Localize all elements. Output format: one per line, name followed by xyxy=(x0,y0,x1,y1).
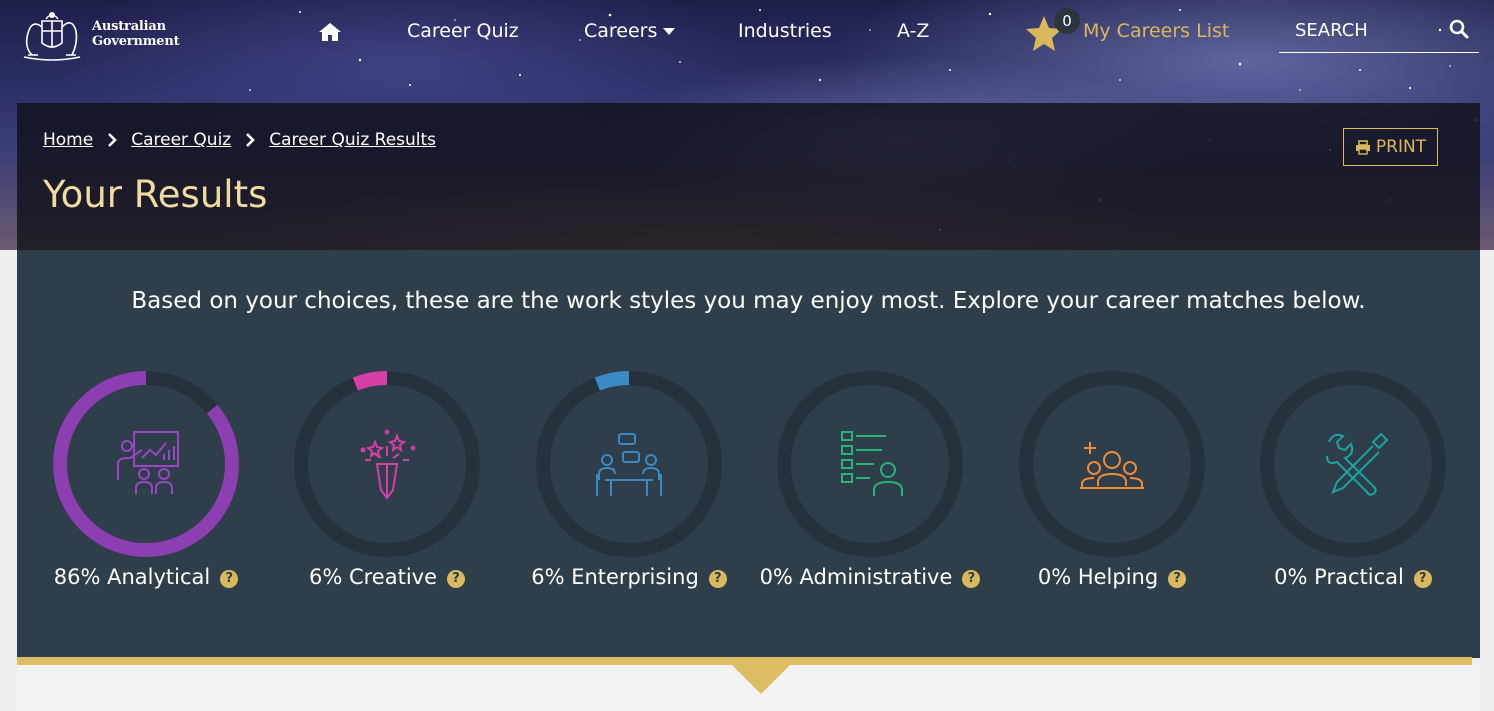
creative-pencil-sparkle-icon xyxy=(360,429,416,500)
work-style-label: 6% Enterprising? xyxy=(499,565,759,589)
careers-list-count-badge: 0 xyxy=(1054,8,1080,34)
nav-career-quiz[interactable]: Career Quiz xyxy=(407,20,519,42)
breadcrumb: Home Career Quiz Career Quiz Results xyxy=(43,130,436,150)
printer-icon xyxy=(1355,139,1370,155)
analytical-presentation-icon xyxy=(117,431,179,494)
work-style-label: 0% Administrative? xyxy=(740,565,1000,589)
work-style-creative[interactable]: 6% Creative? xyxy=(287,370,487,600)
search-icon[interactable] xyxy=(1449,19,1469,39)
page-header-panel: Home Career Quiz Career Quiz Results You… xyxy=(17,103,1480,250)
practical-tools-icon xyxy=(1326,432,1389,496)
breadcrumb-home[interactable]: Home xyxy=(43,130,93,150)
helping-people-icon xyxy=(1080,442,1144,489)
nav-industries[interactable]: Industries xyxy=(738,20,832,42)
arrow-down-indicator xyxy=(732,665,790,694)
search-input[interactable] xyxy=(1293,16,1447,44)
government-logo[interactable]: Australian Government xyxy=(16,6,246,62)
practical-progress-ring xyxy=(1260,371,1446,557)
nav-careers-label: Careers xyxy=(584,20,658,42)
chevron-right-icon xyxy=(108,133,118,147)
coat-of-arms-icon xyxy=(23,12,81,61)
creative-progress-ring xyxy=(294,371,480,557)
top-navigation: Australian Government Career Quiz Career… xyxy=(0,0,1494,70)
help-icon[interactable]: ? xyxy=(708,570,727,588)
help-icon[interactable]: ? xyxy=(447,570,466,588)
page-title: Your Results xyxy=(43,173,268,216)
print-label: PRINT xyxy=(1375,137,1427,157)
helping-progress-ring xyxy=(1019,371,1205,557)
breadcrumb-career-quiz[interactable]: Career Quiz xyxy=(131,130,231,150)
print-button[interactable]: PRINT xyxy=(1343,128,1438,166)
careers-list-star[interactable]: 0 xyxy=(1024,8,1080,54)
work-style-label: 6% Creative? xyxy=(257,565,517,589)
breadcrumb-career-quiz-results[interactable]: Career Quiz Results xyxy=(269,130,436,150)
chevron-right-icon xyxy=(246,133,256,147)
enterprising-progress-ring xyxy=(536,371,722,557)
work-style-label: 0% Helping? xyxy=(982,565,1242,589)
work-style-label: 0% Practical? xyxy=(1223,565,1483,589)
help-icon[interactable]: ? xyxy=(1413,570,1432,588)
help-icon[interactable]: ? xyxy=(1168,570,1187,588)
enterprising-meeting-icon xyxy=(596,433,662,496)
work-style-helping[interactable]: 0% Helping? xyxy=(1012,370,1212,600)
nav-a-z[interactable]: A-Z xyxy=(897,20,929,42)
work-style-label: 86% Analytical? xyxy=(16,565,276,589)
government-logo-text: Australian Government xyxy=(92,19,180,49)
work-style-administrative[interactable]: 0% Administrative? xyxy=(760,370,981,600)
chevron-down-icon xyxy=(663,28,676,35)
help-icon[interactable]: ? xyxy=(220,570,239,588)
work-style-enterprising[interactable]: 6% Enterprising? xyxy=(529,370,729,600)
results-intro: Based on your choices, these are the wor… xyxy=(131,288,1366,314)
work-style-analytical[interactable]: 86% Analytical? xyxy=(46,370,246,600)
nav-home-link[interactable] xyxy=(318,22,342,46)
work-style-practical[interactable]: 0% Practical? xyxy=(1253,370,1453,600)
administrative-progress-ring xyxy=(777,371,963,557)
search-box xyxy=(1279,10,1479,53)
help-icon[interactable]: ? xyxy=(962,570,981,588)
nav-careers[interactable]: Careers xyxy=(584,20,676,42)
administrative-checklist-icon xyxy=(841,431,903,496)
analytical-progress-ring xyxy=(53,371,239,557)
my-careers-list-link[interactable]: My Careers List xyxy=(1083,20,1229,42)
home-icon xyxy=(319,23,341,41)
section-divider-bar xyxy=(17,657,1472,665)
